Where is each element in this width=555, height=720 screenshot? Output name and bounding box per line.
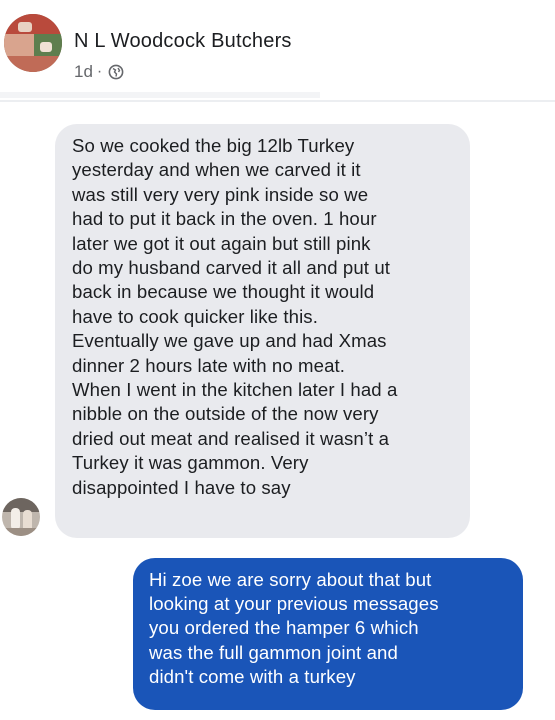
meta-separator: ·	[96, 63, 103, 80]
message-line: Hi zoe we are sorry about that but	[149, 569, 432, 590]
sender-avatar[interactable]	[2, 498, 40, 536]
message-line: looking at your previous messages	[149, 593, 439, 615]
message-line: had to put it back in the oven. 1 hour	[72, 208, 377, 230]
message-line: later we got it out again but still pink	[72, 232, 371, 254]
header-divider	[0, 100, 555, 102]
message-line: yesterday and when we carved it it	[72, 159, 361, 181]
message-line: back in because we thought it would	[72, 281, 375, 303]
message-line: do my husband carved it all and put ut	[72, 257, 391, 279]
message-line: Turkey it was gammon. Very	[72, 452, 309, 474]
incoming-message-bubble: So we cooked the big 12lb Turkey yesterd…	[55, 124, 470, 538]
message-line: dinner 2 hours late with no meat.	[72, 354, 346, 376]
post-meta: 1d ·	[74, 62, 124, 82]
message-line: didn't come with a turkey	[149, 665, 356, 687]
message-line: disappointed I have to say	[72, 476, 291, 498]
message-line: was still very very pink inside so we	[72, 183, 369, 205]
message-line: dried out meat and realised it wasn’t a	[72, 427, 390, 449]
outgoing-message-bubble: Hi zoe we are sorry about that but looki…	[133, 558, 523, 710]
message-line: have to cook quicker like this.	[72, 305, 318, 327]
message-line: you ordered the hamper 6 which	[149, 617, 419, 639]
page-avatar[interactable]	[4, 14, 62, 72]
message-line: When I went in the kitchen later I had a	[72, 379, 398, 401]
page-name[interactable]: N L Woodcock Butchers	[74, 30, 292, 53]
post-header: N L Woodcock Butchers 1d ·	[0, 0, 555, 100]
post-time[interactable]: 1d	[74, 62, 93, 82]
divider-shadow	[0, 92, 320, 98]
message-line: nibble on the outside of the now very	[72, 403, 379, 425]
globe-icon	[108, 64, 124, 80]
message-line: was the full gammon joint and	[149, 641, 398, 663]
message-line: Eventually we gave up and had Xmas	[72, 330, 387, 352]
message-line: So we cooked the big 12lb Turkey	[72, 135, 355, 156]
